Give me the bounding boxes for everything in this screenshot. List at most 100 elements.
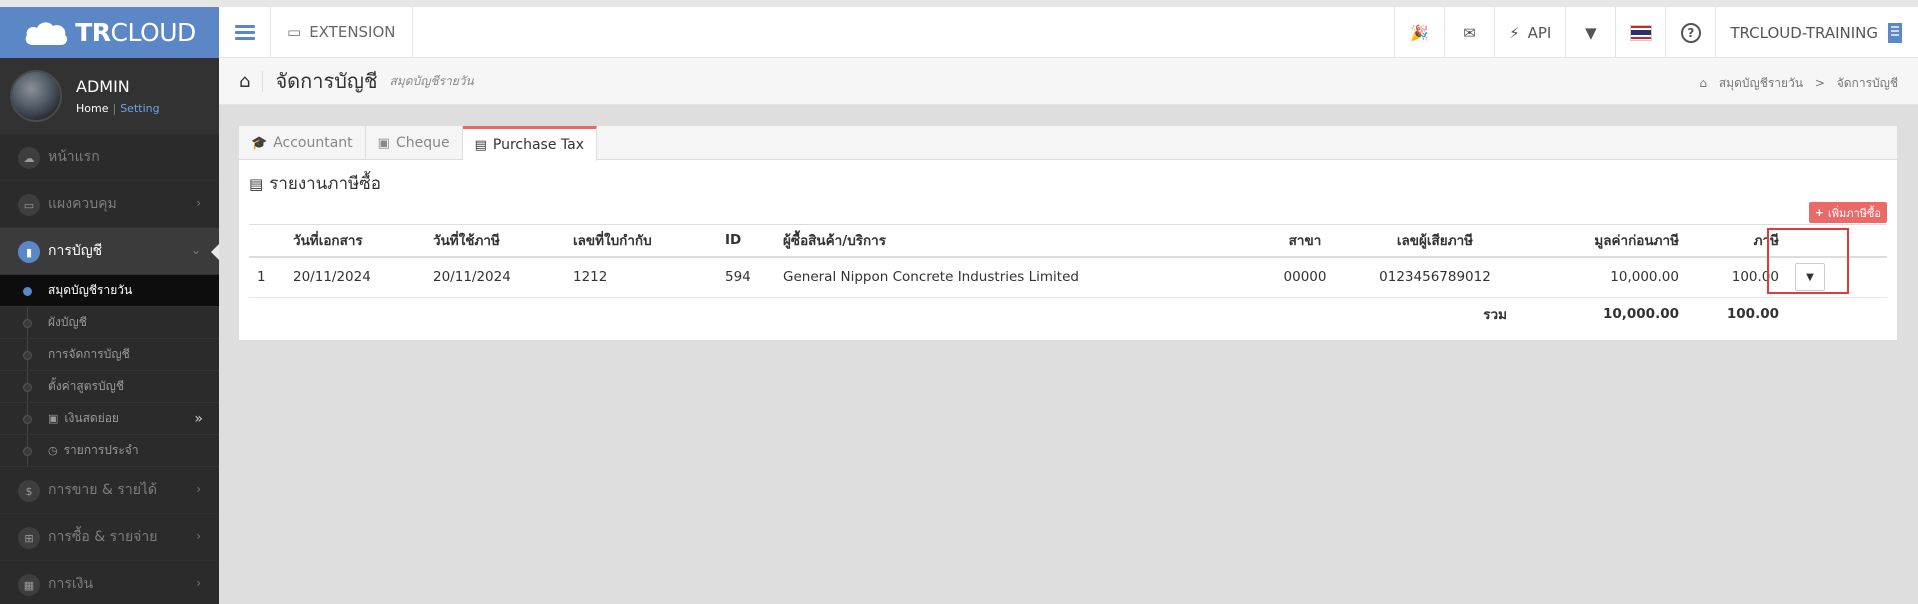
document-icon: ▤ xyxy=(474,137,487,153)
sidebar-item-home[interactable]: ☁ หน้าแรก xyxy=(0,134,219,181)
cell-id: 594 xyxy=(717,256,775,298)
total-pre-tax: 10,000.00 xyxy=(1602,305,1679,322)
col-header-tax-id: เลขผู้เสียภาษี xyxy=(1355,224,1515,258)
sidebar-subitem-petty-cash[interactable]: ▣ เงินสดย่อย » xyxy=(0,403,219,435)
avatar[interactable] xyxy=(10,70,62,122)
calendar-icon: ▦ xyxy=(18,574,40,596)
sidebar-subitem-label: ตั้งค่าสูตรบัญชี xyxy=(48,379,124,393)
top-bar: ▭ EXTENSION 🎉 ✉ ⚡ API ▼ ? TRCLOUD-TRAINI… xyxy=(219,6,1918,58)
sidebar-subitem-account-management[interactable]: การจัดการบัญชี xyxy=(0,339,219,371)
logo[interactable]: TR CLOUD xyxy=(0,7,219,58)
sidebar-subitem-chart-of-accounts[interactable]: ผังบัญชี xyxy=(0,307,219,339)
cell-actions: ▼ xyxy=(1787,256,1887,298)
tab-label: Accountant xyxy=(273,135,353,151)
sidebar-item-finance[interactable]: ▦ การเงิน › xyxy=(0,561,219,604)
help-button[interactable]: ? xyxy=(1665,7,1715,58)
col-header-tax-date: วันที่ใช้ภาษี xyxy=(425,224,565,258)
bullet-icon xyxy=(23,415,32,424)
setting-link[interactable]: Setting xyxy=(120,102,159,115)
monitor-icon: ▭ xyxy=(18,194,40,216)
col-header-invoice-no: เลขที่ใบกำกับ xyxy=(565,224,717,258)
sidebar-subitem-label: การจัดการบัญชี xyxy=(48,347,130,361)
company-label: TRCLOUD-TRAINING xyxy=(1730,23,1878,42)
tab-label: Cheque xyxy=(395,135,450,151)
tab-accountant[interactable]: 🎓 Accountant xyxy=(239,126,366,160)
breadcrumb-home-icon[interactable]: ⌂ xyxy=(1699,76,1707,90)
col-header-no xyxy=(249,224,285,258)
sidebar-item-sales[interactable]: $ การขาย & รายได้ › xyxy=(0,467,219,514)
sidebar-subitem-recurring[interactable]: ◷ รายการประจำ xyxy=(0,435,219,467)
row-actions-dropdown-button[interactable]: ▼ xyxy=(1795,263,1825,292)
col-header-actions xyxy=(1787,224,1887,258)
company-switcher[interactable]: TRCLOUD-TRAINING xyxy=(1715,7,1918,58)
monitor-icon: ▭ xyxy=(287,23,302,41)
add-purchase-tax-button[interactable]: + เพิ่มภาษีซื้อ xyxy=(1808,202,1887,223)
bullet-icon xyxy=(23,383,32,392)
book-icon: ▮ xyxy=(18,241,40,263)
party-button[interactable]: 🎉 xyxy=(1394,7,1444,58)
double-chevron-right-icon: » xyxy=(194,410,203,427)
table-total-row: รวม 10,000.00 100.00 xyxy=(249,298,1887,330)
graduation-cap-icon: 🎓 xyxy=(251,135,268,151)
cell-doc-date: 20/11/2024 xyxy=(285,256,425,298)
col-header-id: ID xyxy=(717,224,775,258)
thai-flag-icon xyxy=(1629,24,1652,41)
logo-bold-text: TR xyxy=(75,18,111,47)
col-header-pre-tax: มูลค่าก่อนภาษี xyxy=(1515,224,1687,258)
home-icon[interactable]: ⌂ xyxy=(239,70,264,92)
sidebar-item-dashboard[interactable]: ▭ แผงควบคุม › xyxy=(0,181,219,228)
chevron-right-icon: › xyxy=(196,529,201,543)
tab-bar: 🎓 Accountant ▣ Cheque ▤ Purchase Tax xyxy=(239,126,1897,161)
extension-button[interactable]: ▭ EXTENSION xyxy=(271,6,413,58)
tab-label: Purchase Tax xyxy=(492,137,585,153)
money-icon: ▣ xyxy=(377,135,390,151)
home-link[interactable]: Home xyxy=(76,102,108,115)
api-label: API xyxy=(1527,23,1552,42)
bullet-icon xyxy=(23,319,32,328)
sidebar-item-label: หน้าแรก xyxy=(48,149,100,165)
add-button-label: เพิ่มภาษีซื้อ xyxy=(1827,206,1881,220)
plug-icon: ⚡ xyxy=(1509,23,1520,42)
main-content: ⌂ จัดการบัญชี สมุดบัญชีรายวัน ⌂ สมุดบัญช… xyxy=(219,58,1918,604)
breadcrumb-item[interactable]: สมุดบัญชีรายวัน xyxy=(1719,76,1803,90)
sidebar-item-purchases[interactable]: ⊞ การซื้อ & รายจ่าย › xyxy=(0,514,219,561)
sidebar-subitem-formula-settings[interactable]: ตั้งค่าสูตรบัญชี xyxy=(0,371,219,403)
cell-tax: 100.00 xyxy=(1687,256,1787,298)
cloud-logo-icon xyxy=(25,21,68,45)
extension-label: EXTENSION xyxy=(309,23,396,41)
cell-no: 1 xyxy=(249,256,285,298)
dollar-icon: $ xyxy=(18,480,40,502)
sidebar-item-label: การซื้อ & รายจ่าย xyxy=(48,529,158,545)
sidebar-subitem-label: สมุดบัญชีรายวัน xyxy=(48,283,133,297)
caret-down-icon: ▼ xyxy=(1585,23,1597,42)
plus-icon: + xyxy=(1814,206,1824,219)
breadcrumb-separator: > xyxy=(1814,76,1825,90)
api-button[interactable]: ⚡ API xyxy=(1494,7,1565,58)
user-name: ADMIN xyxy=(76,77,130,96)
sidebar-item-label: การเงิน xyxy=(48,576,94,592)
purchase-tax-panel: 🎓 Accountant ▣ Cheque ▤ Purchase Tax ▤ ร… xyxy=(239,126,1897,340)
bullet-icon xyxy=(23,287,32,296)
tab-purchase-tax[interactable]: ▤ Purchase Tax xyxy=(462,126,598,161)
party-popper-icon: 🎉 xyxy=(1410,23,1429,42)
id-card-icon: ▣ xyxy=(48,412,59,425)
table-row[interactable]: 1 20/11/2024 20/11/2024 1212 594 General… xyxy=(249,256,1887,298)
language-button[interactable] xyxy=(1615,7,1665,58)
page-header: ⌂ จัดการบัญชี สมุดบัญชีรายวัน ⌂ สมุดบัญช… xyxy=(219,58,1918,105)
section-title-text: รายงานภาษีซื้อ xyxy=(269,174,381,194)
mail-button[interactable]: ✉ xyxy=(1444,7,1494,58)
sidebar-subitem-label: เงินสดย่อย xyxy=(64,411,119,425)
sidebar-item-label: การบัญชี xyxy=(48,243,103,259)
sidebar-item-label: แผงควบคุม xyxy=(48,196,117,212)
total-label: รวม xyxy=(1483,306,1507,323)
envelope-icon: ✉ xyxy=(1463,23,1476,42)
hamburger-menu-button[interactable] xyxy=(219,6,271,58)
chevron-right-icon: › xyxy=(196,196,201,210)
tab-cheque[interactable]: ▣ Cheque xyxy=(366,126,463,160)
col-header-doc-date: วันที่เอกสาร xyxy=(285,224,425,258)
sidebar-subitem-journal[interactable]: สมุดบัญชีรายวัน xyxy=(0,275,219,307)
dropdown-button[interactable]: ▼ xyxy=(1565,7,1615,58)
cell-pre-tax: 10,000.00 xyxy=(1515,256,1687,298)
sidebar-item-accounting[interactable]: ▮ การบัญชี ⌄ xyxy=(0,228,219,275)
page-subtitle: สมุดบัญชีรายวัน xyxy=(389,73,474,88)
